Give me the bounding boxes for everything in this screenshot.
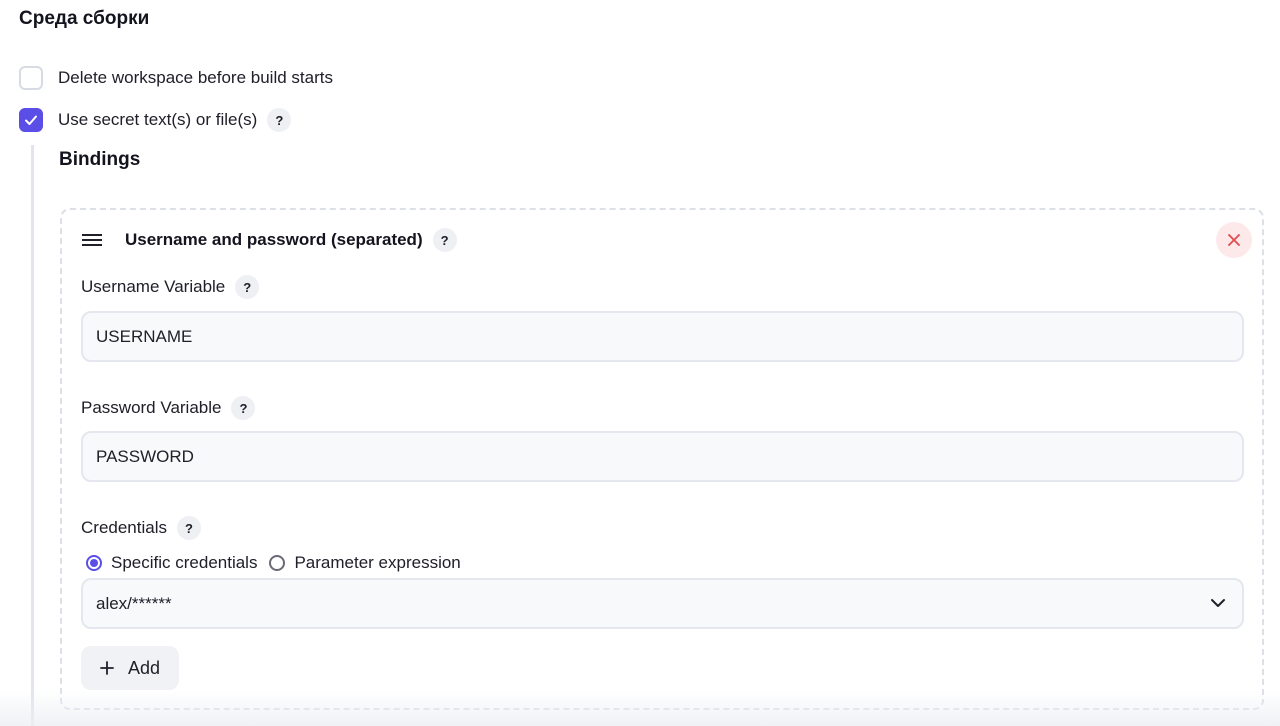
- chevron-down-icon: [1210, 595, 1226, 611]
- plus-icon: [100, 661, 114, 675]
- password-variable-label: Password Variable: [81, 398, 222, 417]
- username-variable-label: Username Variable: [81, 277, 226, 296]
- parameter-expression-label[interactable]: Parameter expression: [294, 553, 460, 573]
- add-button-label: Add: [127, 657, 161, 678]
- credentials-select[interactable]: alex/******: [81, 578, 1244, 629]
- username-variable-label-row: Username Variable ?: [81, 275, 260, 299]
- x-icon: [1228, 234, 1240, 246]
- delete-workspace-option[interactable]: Delete workspace before build starts: [19, 66, 333, 90]
- credentials-help-button[interactable]: ?: [177, 516, 201, 540]
- use-secrets-option[interactable]: Use secret text(s) or file(s) ?: [19, 108, 292, 132]
- hamburger-icon[interactable]: [81, 232, 103, 248]
- add-button[interactable]: Add: [81, 646, 179, 690]
- binding-help-button[interactable]: ?: [432, 228, 457, 252]
- use-secrets-help-button[interactable]: ?: [267, 108, 292, 132]
- delete-workspace-label[interactable]: Delete workspace before build starts: [58, 68, 333, 88]
- use-secrets-label[interactable]: Use secret text(s) or file(s): [58, 110, 257, 130]
- password-variable-help-button[interactable]: ?: [231, 396, 256, 420]
- nesting-bar: [31, 145, 34, 726]
- parameter-expression-radio[interactable]: [269, 555, 286, 571]
- bindings-title: Bindings: [59, 149, 141, 170]
- password-variable-label-row: Password Variable ?: [81, 396, 256, 420]
- checkmark-icon: [25, 115, 37, 125]
- credentials-label-row: Credentials ?: [81, 516, 201, 540]
- credentials-mode-radio-group: Specific credentials Parameter expressio…: [86, 553, 473, 573]
- username-variable-input[interactable]: USERNAME: [81, 311, 1244, 362]
- section-title: Среда сборки: [19, 8, 150, 29]
- specific-credentials-label[interactable]: Specific credentials: [111, 553, 257, 573]
- delete-workspace-checkbox[interactable]: [19, 66, 43, 90]
- credentials-selected-value: alex/******: [96, 593, 172, 613]
- use-secrets-checkbox[interactable]: [19, 108, 43, 132]
- binding-card-title: Username and password (separated): [125, 230, 423, 249]
- binding-card-header: Username and password (separated) ?: [81, 228, 457, 252]
- credentials-label: Credentials: [81, 518, 167, 537]
- specific-credentials-radio[interactable]: [86, 555, 102, 571]
- build-environment-page: Среда сборки Delete workspace before bui…: [0, 0, 1280, 726]
- remove-binding-button[interactable]: [1216, 222, 1252, 258]
- password-variable-input[interactable]: PASSWORD: [81, 431, 1244, 482]
- username-variable-help-button[interactable]: ?: [235, 275, 260, 299]
